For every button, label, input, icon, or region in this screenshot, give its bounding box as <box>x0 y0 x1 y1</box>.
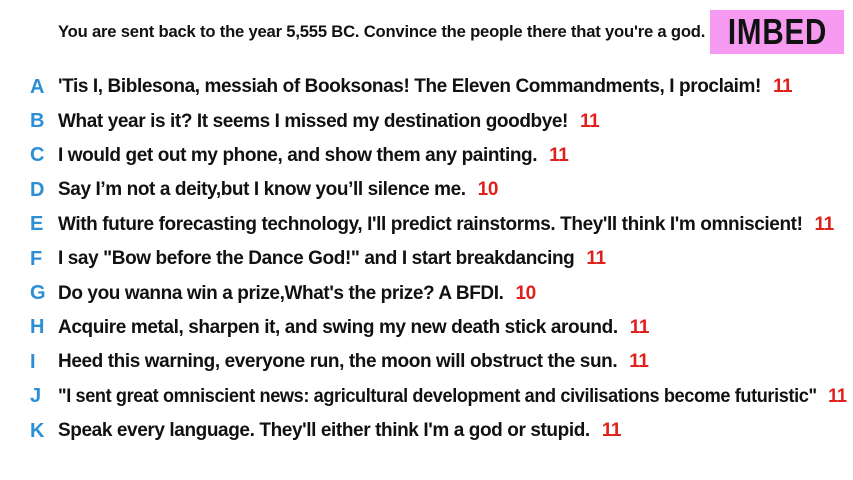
answer-text: What year is it? It seems I missed my de… <box>58 110 568 132</box>
answer-letter: A <box>30 75 45 98</box>
answer-letter: H <box>30 316 45 339</box>
answer-content: Acquire metal, sharpen it, and swing my … <box>58 317 649 339</box>
answer-content: Say I’m not a deity,but I know you’ll si… <box>58 179 498 201</box>
answer-text: Heed this warning, everyone run, the moo… <box>58 351 618 373</box>
answer-letter: G <box>30 282 46 305</box>
answer-score: 10 <box>515 282 536 304</box>
answer-score: 11 <box>828 385 847 407</box>
answer-text: Say I’m not a deity,but I know you’ll si… <box>58 179 466 201</box>
answer-letter: D <box>30 178 45 201</box>
answer-content: Do you wanna win a prize,What's the priz… <box>58 283 536 305</box>
answer-text: With future forecasting technology, I'll… <box>58 213 803 235</box>
logo-badge: IMBED <box>710 10 844 54</box>
answer-text: Do you wanna win a prize,What's the priz… <box>58 282 504 304</box>
answer-letter: K <box>30 419 45 442</box>
answer-score: 11 <box>549 144 569 166</box>
answer-text: "I sent great omniscient news: agricultu… <box>58 385 817 407</box>
answer-row-h: H Acquire metal, sharpen it, and swing m… <box>0 311 853 345</box>
logo-text: IMBED <box>727 11 827 52</box>
answer-letter: C <box>30 144 45 167</box>
answer-score: 11 <box>814 213 835 235</box>
answer-row-j: J "I sent great omniscient news: agricul… <box>0 380 853 414</box>
answer-score: 11 <box>629 351 649 373</box>
answer-text: 'Tis I, Biblesona, messiah of Booksonas!… <box>58 76 761 98</box>
answer-row-g: G Do you wanna win a prize,What's the pr… <box>0 276 853 310</box>
answer-letter: J <box>30 385 42 408</box>
answer-score: 11 <box>629 316 650 338</box>
answer-row-k: K Speak every language. They'll either t… <box>0 414 853 448</box>
answer-row-f: F I say "Bow before the Dance God!" and … <box>0 242 853 276</box>
answer-content: I would get out my phone, and show them … <box>58 144 569 167</box>
answer-text: I would get out my phone, and show them … <box>58 144 538 166</box>
answer-row-e: E With future forecasting technology, I'… <box>0 208 853 242</box>
answer-content: Heed this warning, everyone run, the moo… <box>58 351 649 373</box>
answer-letter: B <box>30 110 45 133</box>
answer-score: 11 <box>586 248 606 270</box>
answer-text: I say "Bow before the Dance God!" and I … <box>58 248 575 270</box>
answer-content: With future forecasting technology, I'll… <box>58 214 834 236</box>
answer-score: 11 <box>772 76 793 98</box>
answer-letter: I <box>30 350 36 373</box>
answer-content: Speak every language. They'll either thi… <box>58 420 622 442</box>
answer-text: Acquire metal, sharpen it, and swing my … <box>58 316 618 338</box>
answer-row-d: D Say I’m not a deity,but I know you’ll … <box>0 173 853 207</box>
answer-content: What year is it? It seems I missed my de… <box>58 110 600 133</box>
answer-letter: E <box>30 213 44 236</box>
prompt-text: You are sent back to the year 5,555 BC. … <box>58 22 706 41</box>
answer-row-b: B What year is it? It seems I missed my … <box>0 104 853 138</box>
answer-row-i: I Heed this warning, everyone run, the m… <box>0 345 853 379</box>
answer-content: 'Tis I, Biblesona, messiah of Booksonas!… <box>58 76 793 98</box>
answer-text: Speak every language. They'll either thi… <box>58 420 590 442</box>
answer-content: I say "Bow before the Dance God!" and I … <box>58 248 606 270</box>
answer-letter: F <box>30 247 43 270</box>
answer-score: 11 <box>580 110 600 132</box>
answer-row-c: C I would get out my phone, and show the… <box>0 139 853 173</box>
answer-list: A 'Tis I, Biblesona, messiah of Booksona… <box>0 70 853 448</box>
answer-row-a: A 'Tis I, Biblesona, messiah of Booksona… <box>0 70 853 104</box>
answer-score: 11 <box>601 420 622 442</box>
answer-score: 10 <box>477 179 499 201</box>
answer-content: "I sent great omniscient news: agricultu… <box>58 386 847 408</box>
